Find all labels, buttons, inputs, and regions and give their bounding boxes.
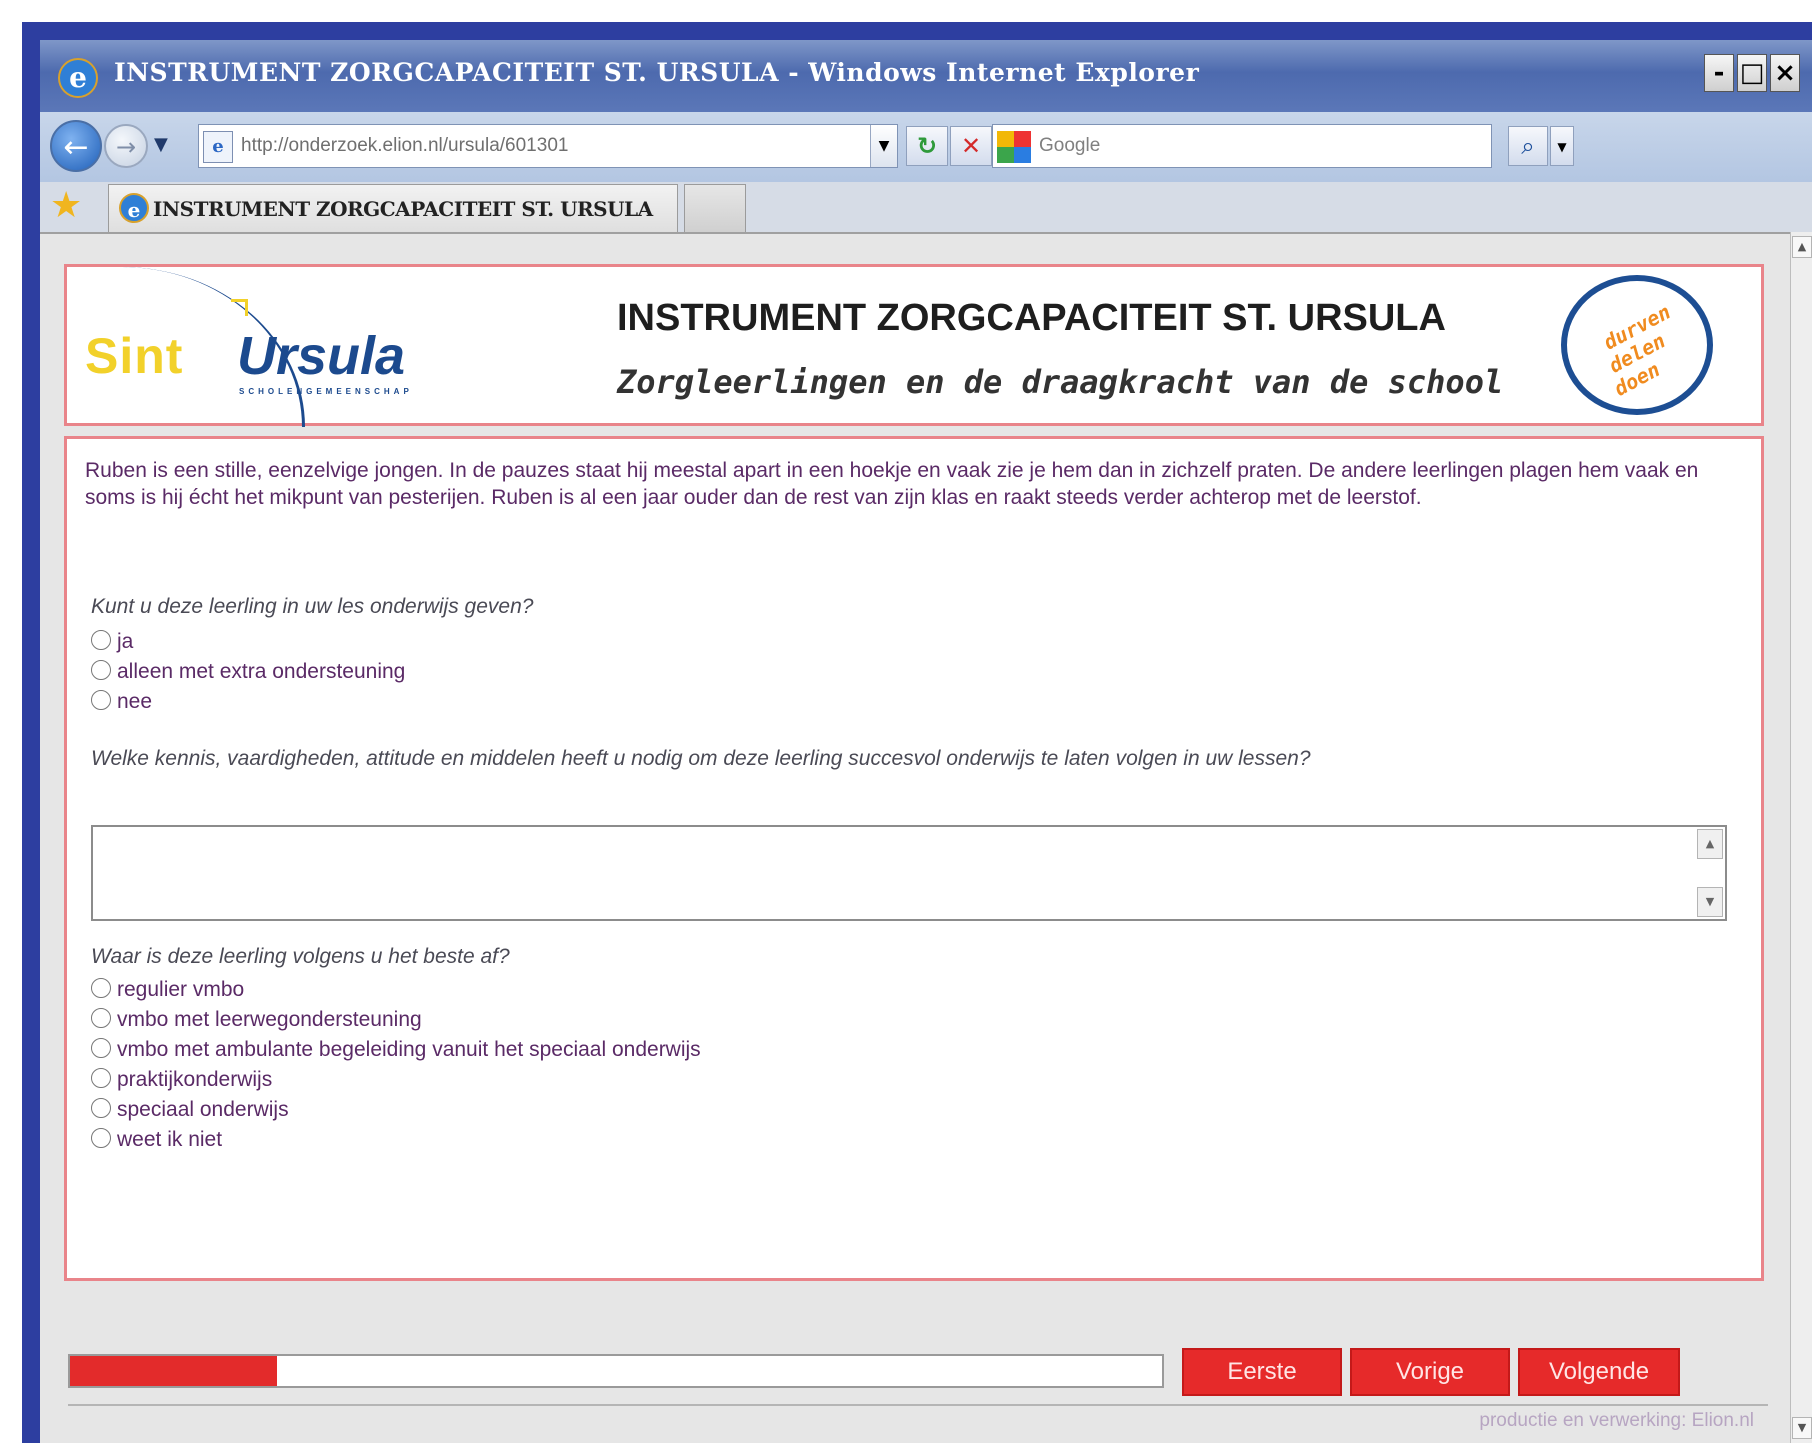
history-dropdown[interactable]: ▼ bbox=[154, 134, 168, 155]
question-2-label: Welke kennis, vaardigheden, attitude en … bbox=[91, 747, 1311, 770]
q3-option-weet-ik-niet[interactable]: weet ik niet bbox=[91, 1125, 222, 1155]
page-viewport: Sint Ursula SCHOLENGEMEENSCHAP INSTRUMEN… bbox=[40, 232, 1790, 1443]
arrow-left-icon: ← bbox=[63, 130, 89, 165]
page-icon: e bbox=[203, 131, 233, 163]
footer-credit: productie en verwerking: Elion.nl bbox=[1479, 1410, 1754, 1431]
radio-button[interactable] bbox=[91, 978, 111, 998]
scroll-up-button[interactable]: ▲ bbox=[1792, 236, 1812, 258]
textarea-scroll-up[interactable]: ▲ bbox=[1697, 829, 1723, 859]
search-button[interactable]: ⌕ bbox=[1508, 126, 1548, 166]
radio-button[interactable] bbox=[91, 660, 111, 680]
page-header: Sint Ursula SCHOLENGEMEENSCHAP INSTRUMEN… bbox=[64, 264, 1764, 427]
q3-option-leerwegondersteuning[interactable]: vmbo met leerwegondersteuning bbox=[91, 1005, 422, 1035]
forward-button[interactable]: → bbox=[104, 124, 148, 168]
radio-button[interactable] bbox=[91, 1008, 111, 1028]
address-url[interactable]: http://onderzoek.elion.nl/ursula/601301 bbox=[241, 135, 568, 157]
page-title: INSTRUMENT ZORGCAPACITEIT ST. URSULA bbox=[617, 297, 1446, 339]
page-subtitle: Zorgleerlingen en de draagkracht van de … bbox=[617, 363, 1504, 401]
previous-button[interactable]: Vorige bbox=[1350, 1348, 1510, 1396]
favorites-star-icon[interactable]: ★ bbox=[50, 186, 82, 226]
stop-button[interactable]: ✕ bbox=[950, 126, 992, 166]
browser-window: e INSTRUMENT ZORGCAPACITEIT ST. URSULA -… bbox=[40, 40, 1812, 1443]
progress-bar bbox=[68, 1354, 1164, 1388]
q1-option-ja[interactable]: ja bbox=[91, 627, 133, 657]
logo-subtitle: SCHOLENGEMEENSCHAP bbox=[239, 387, 413, 396]
refresh-button[interactable]: ↻ bbox=[906, 126, 948, 166]
progress-fill bbox=[70, 1356, 278, 1386]
logo-sint: Sint bbox=[85, 328, 184, 384]
q3-option-ambulante-begeleiding[interactable]: vmbo met ambulante begeleiding vanuit he… bbox=[91, 1035, 701, 1065]
tab-bar: ★ e INSTRUMENT ZORGCAPACITEIT ST. URSULA bbox=[40, 182, 1812, 232]
logo-tick-shape bbox=[231, 299, 248, 316]
next-button[interactable]: Volgende bbox=[1518, 1348, 1680, 1396]
tab-label: INSTRUMENT ZORGCAPACITEIT ST. URSULA bbox=[153, 197, 653, 221]
q1-option-nee[interactable]: nee bbox=[91, 687, 152, 717]
title-bar: e INSTRUMENT ZORGCAPACITEIT ST. URSULA -… bbox=[40, 40, 1812, 112]
search-box[interactable]: Google bbox=[992, 124, 1492, 168]
q3-option-praktijkonderwijs[interactable]: praktijkonderwijs bbox=[91, 1065, 272, 1095]
question-panel: Ruben is een stille, eenzelvige jongen. … bbox=[64, 436, 1764, 1281]
logo-ursula: Ursula bbox=[237, 326, 406, 386]
answer-textarea[interactable]: ▲ ▼ bbox=[91, 825, 1727, 921]
textarea-scroll-down[interactable]: ▼ bbox=[1697, 887, 1723, 917]
case-description: Ruben is een stille, eenzelvige jongen. … bbox=[85, 459, 1699, 509]
durven-delen-doen-badge: durven delen doen bbox=[1561, 275, 1713, 415]
radio-button[interactable] bbox=[91, 690, 111, 710]
tab-ie-icon: e bbox=[119, 193, 149, 223]
radio-button[interactable] bbox=[91, 1038, 111, 1058]
window-title: INSTRUMENT ZORGCAPACITEIT ST. URSULA - W… bbox=[114, 58, 1200, 87]
address-bar[interactable]: e http://onderzoek.elion.nl/ursula/60130… bbox=[198, 124, 898, 168]
search-options-dropdown[interactable]: ▼ bbox=[1550, 126, 1574, 166]
radio-button[interactable] bbox=[91, 630, 111, 650]
q3-option-regulier-vmbo[interactable]: regulier vmbo bbox=[91, 975, 244, 1005]
radio-button[interactable] bbox=[91, 1098, 111, 1118]
minimize-button[interactable]: - bbox=[1704, 54, 1734, 92]
address-dropdown-button[interactable]: ▼ bbox=[870, 125, 897, 167]
scroll-down-button[interactable]: ▼ bbox=[1792, 1417, 1812, 1439]
radio-button[interactable] bbox=[91, 1128, 111, 1148]
page-scrollbar[interactable]: ▲ ▼ bbox=[1790, 232, 1812, 1443]
radio-button[interactable] bbox=[91, 1068, 111, 1088]
maximize-button[interactable]: □ bbox=[1737, 54, 1767, 92]
navigation-toolbar: ← → ▼ e http://onderzoek.elion.nl/ursula… bbox=[40, 112, 1812, 182]
arrow-right-icon: → bbox=[115, 133, 137, 161]
first-button[interactable]: Eerste bbox=[1182, 1348, 1342, 1396]
ie-logo-icon: e bbox=[58, 58, 98, 98]
search-placeholder[interactable]: Google bbox=[1039, 135, 1100, 157]
new-tab-button[interactable] bbox=[684, 184, 746, 232]
footer-divider bbox=[68, 1404, 1768, 1406]
q3-option-speciaal-onderwijs[interactable]: speciaal onderwijs bbox=[91, 1095, 289, 1125]
question-3-label: Waar is deze leerling volgens u het best… bbox=[91, 945, 510, 968]
question-1-label: Kunt u deze leerling in uw les onderwijs… bbox=[91, 595, 534, 618]
google-icon bbox=[997, 131, 1031, 163]
q1-option-extra[interactable]: alleen met extra ondersteuning bbox=[91, 657, 405, 687]
back-button[interactable]: ← bbox=[50, 120, 102, 172]
close-button[interactable]: × bbox=[1770, 54, 1800, 92]
tab-instrument[interactable]: e INSTRUMENT ZORGCAPACITEIT ST. URSULA bbox=[108, 184, 678, 232]
